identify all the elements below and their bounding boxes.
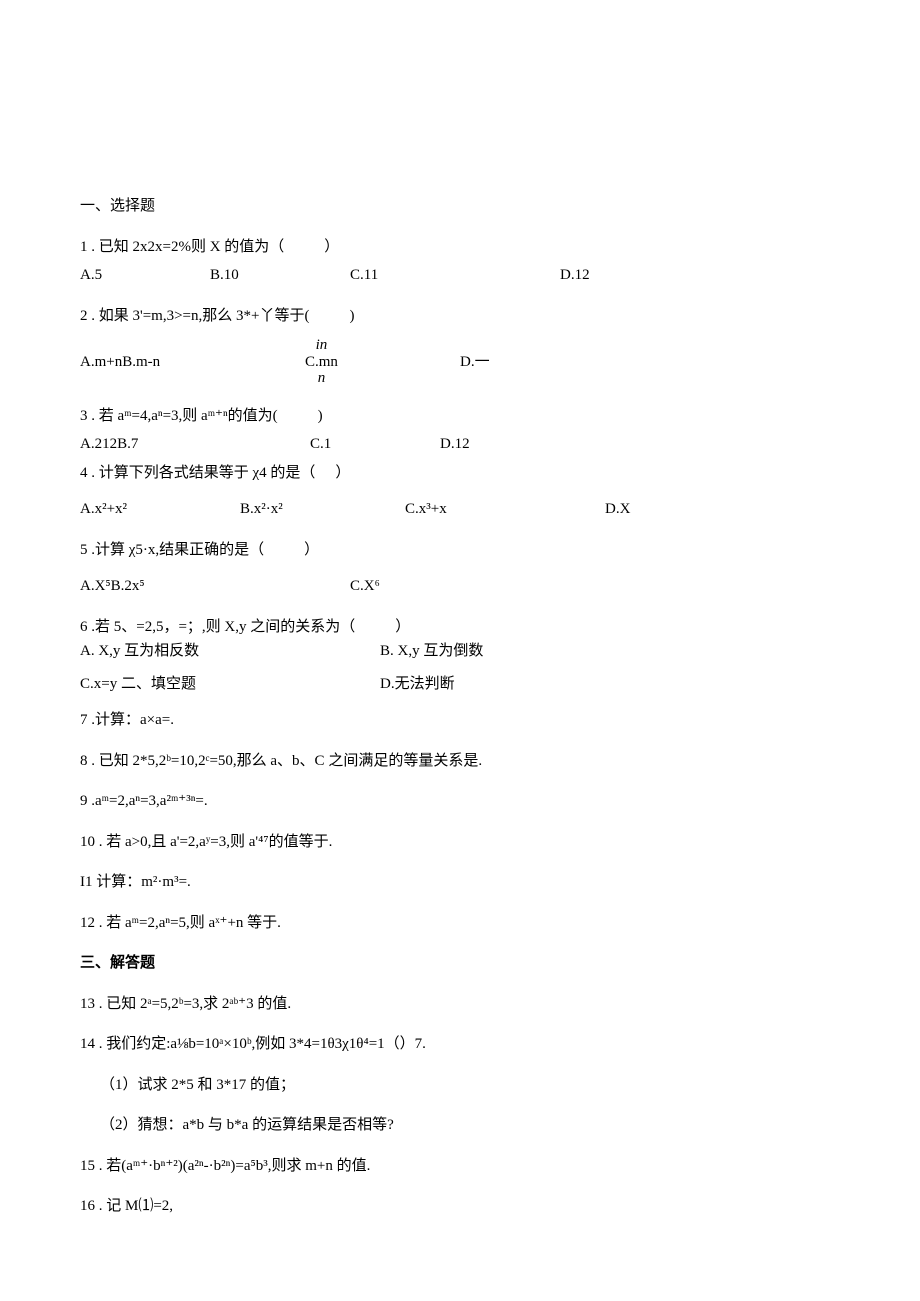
q4-stem-suffix: ） — [335, 465, 350, 481]
question-5: 5 .计算 χ5·x,结果正确的是（ ） A.X⁵B.2x⁵ C.X⁶ — [80, 539, 840, 598]
question-13: 13 . 已知 2ᵃ=5,2ᵇ=3,求 2ᵃᵇ⁺3 的值. — [80, 993, 840, 1016]
q1-opt-a: A.5 — [80, 264, 210, 287]
q1-opt-c: C.11 — [350, 264, 560, 287]
q3-stem-prefix: 3 . 若 aᵐ=4,aⁿ=3,则 aᵐ⁺ⁿ的值为( — [80, 408, 278, 424]
question-8: 8 . 已知 2*5,2ᵇ=10,2ᶜ=50,那么 a、b、C 之间满足的等量关… — [80, 750, 840, 773]
q3-opt-d: D.12 — [440, 433, 470, 456]
question-16: 16 . 记 M⑴=2, — [80, 1195, 840, 1218]
q1-opt-d: D.12 — [560, 264, 590, 287]
q1-stem-suffix: ） — [324, 239, 339, 255]
q1-stem-prefix: 1 . 已知 2x2x=2%则 X 的值为（ — [80, 239, 284, 255]
q6-opt-b: B. X,y 互为倒数 — [380, 640, 483, 663]
q1-opt-b: B.10 — [210, 264, 350, 287]
document-page: 一、选择题 1 . 已知 2x2x=2%则 X 的值为（ ） A.5 B.10 C… — [0, 0, 920, 1301]
question-9: 9 .aᵐ=2,aⁿ=3,a²ᵐ⁺³ⁿ=. — [80, 790, 840, 813]
q5-opt-c: C.X⁶ — [350, 575, 380, 598]
q6-opt-c: C.x=y — [80, 676, 121, 692]
question-11: I1 计算：m²·m³=. — [80, 871, 840, 894]
q2-frac-den: n — [305, 370, 338, 387]
q5-stem-suffix: ） — [304, 542, 319, 558]
q6-opt-d: D.无法判断 — [380, 673, 455, 696]
section-1-title: 一、选择题 — [80, 195, 840, 218]
section-2-title: 二、填空题 — [121, 676, 196, 692]
q2-frac-num: in — [305, 337, 338, 354]
q2-fraction: in C. C.mn n — [305, 337, 338, 387]
q14-sub2: （2）猜想：a*b 与 b*a 的运算结果是否相等? — [80, 1114, 840, 1137]
q4-opt-c: C.x³+x — [405, 498, 605, 521]
q2-opt-ab: A.m+nB.m-n — [80, 351, 305, 374]
q14-stem: 14 . 我们约定:a⅛b=10ᵃ×10ᵇ,例如 3*4=1θ3χ1θ⁴=1（）… — [80, 1033, 840, 1056]
question-14: 14 . 我们约定:a⅛b=10ᵃ×10ᵇ,例如 3*4=1θ3χ1θ⁴=1（）… — [80, 1033, 840, 1137]
q2-stem-suffix: ) — [349, 308, 354, 324]
q2-stem-prefix: 2 . 如果 3'=m,3>=n,那么 3*+丫等于( — [80, 308, 309, 324]
q6-stem-prefix: 6 .若 5、=2,5，=；,则 X,y 之间的关系为（ — [80, 619, 355, 635]
q2-optc-text: mn — [319, 354, 338, 370]
q6-stem-suffix: ） — [395, 619, 410, 635]
q3-opt-c: C.1 — [310, 433, 440, 456]
question-4: 4 . 计算下列各式结果等于 χ4 的是（ ） A.x²+x² B.x²·x² C… — [80, 462, 840, 521]
question-7: 7 .计算：a×a=. — [80, 709, 840, 732]
q14-sub1: （1）试求 2*5 和 3*17 的值； — [80, 1074, 840, 1097]
q2-opt-d: D.一 — [460, 351, 490, 374]
q5-opt-ab: A.X⁵B.2x⁵ — [80, 575, 350, 598]
q4-opt-d: D.X — [605, 498, 630, 521]
q4-stem-prefix: 4 . 计算下列各式结果等于 χ4 的是（ — [80, 465, 315, 481]
section-3-title: 三、解答题 — [80, 952, 840, 975]
question-10: 10 . 若 a>0,且 a'=2,aʸ=3,则 a'⁴⁷的值等于. — [80, 831, 840, 854]
q4-opt-a: A.x²+x² — [80, 498, 240, 521]
q3-stem-suffix: ) — [318, 408, 323, 424]
q6-opt-a: A. X,y 互为相反数 — [80, 640, 380, 663]
question-3: 3 . 若 aᵐ=4,aⁿ=3,则 aᵐ⁺ⁿ的值为() A.212B.7 C.1… — [80, 405, 840, 456]
q2-opt-c: in C. C.mn n — [305, 337, 460, 387]
q5-stem-prefix: 5 .计算 χ5·x,结果正确的是（ — [80, 542, 264, 558]
q6-opt-c-and-section2: C.x=y 二、填空题 — [80, 673, 380, 696]
question-15: 15 . 若(aᵐ⁺·bⁿ⁺²)(a²ⁿ-·b²ⁿ)=a⁵b³,则求 m+n 的… — [80, 1155, 840, 1178]
q3-opt-ab: A.212B.7 — [80, 433, 310, 456]
question-6: 6 .若 5、=2,5，=；,则 X,y 之间的关系为（ ） A. X,y 互为相… — [80, 616, 840, 696]
question-12: 12 . 若 aᵐ=2,aⁿ=5,则 aˣ⁺+n 等于. — [80, 912, 840, 935]
q4-opt-b: B.x²·x² — [240, 498, 405, 521]
question-2: 2 . 如果 3'=m,3>=n,那么 3*+丫等于() A.m+nB.m-n … — [80, 305, 840, 387]
question-1: 1 . 已知 2x2x=2%则 X 的值为（ ） A.5 B.10 C.11 D.… — [80, 236, 840, 287]
